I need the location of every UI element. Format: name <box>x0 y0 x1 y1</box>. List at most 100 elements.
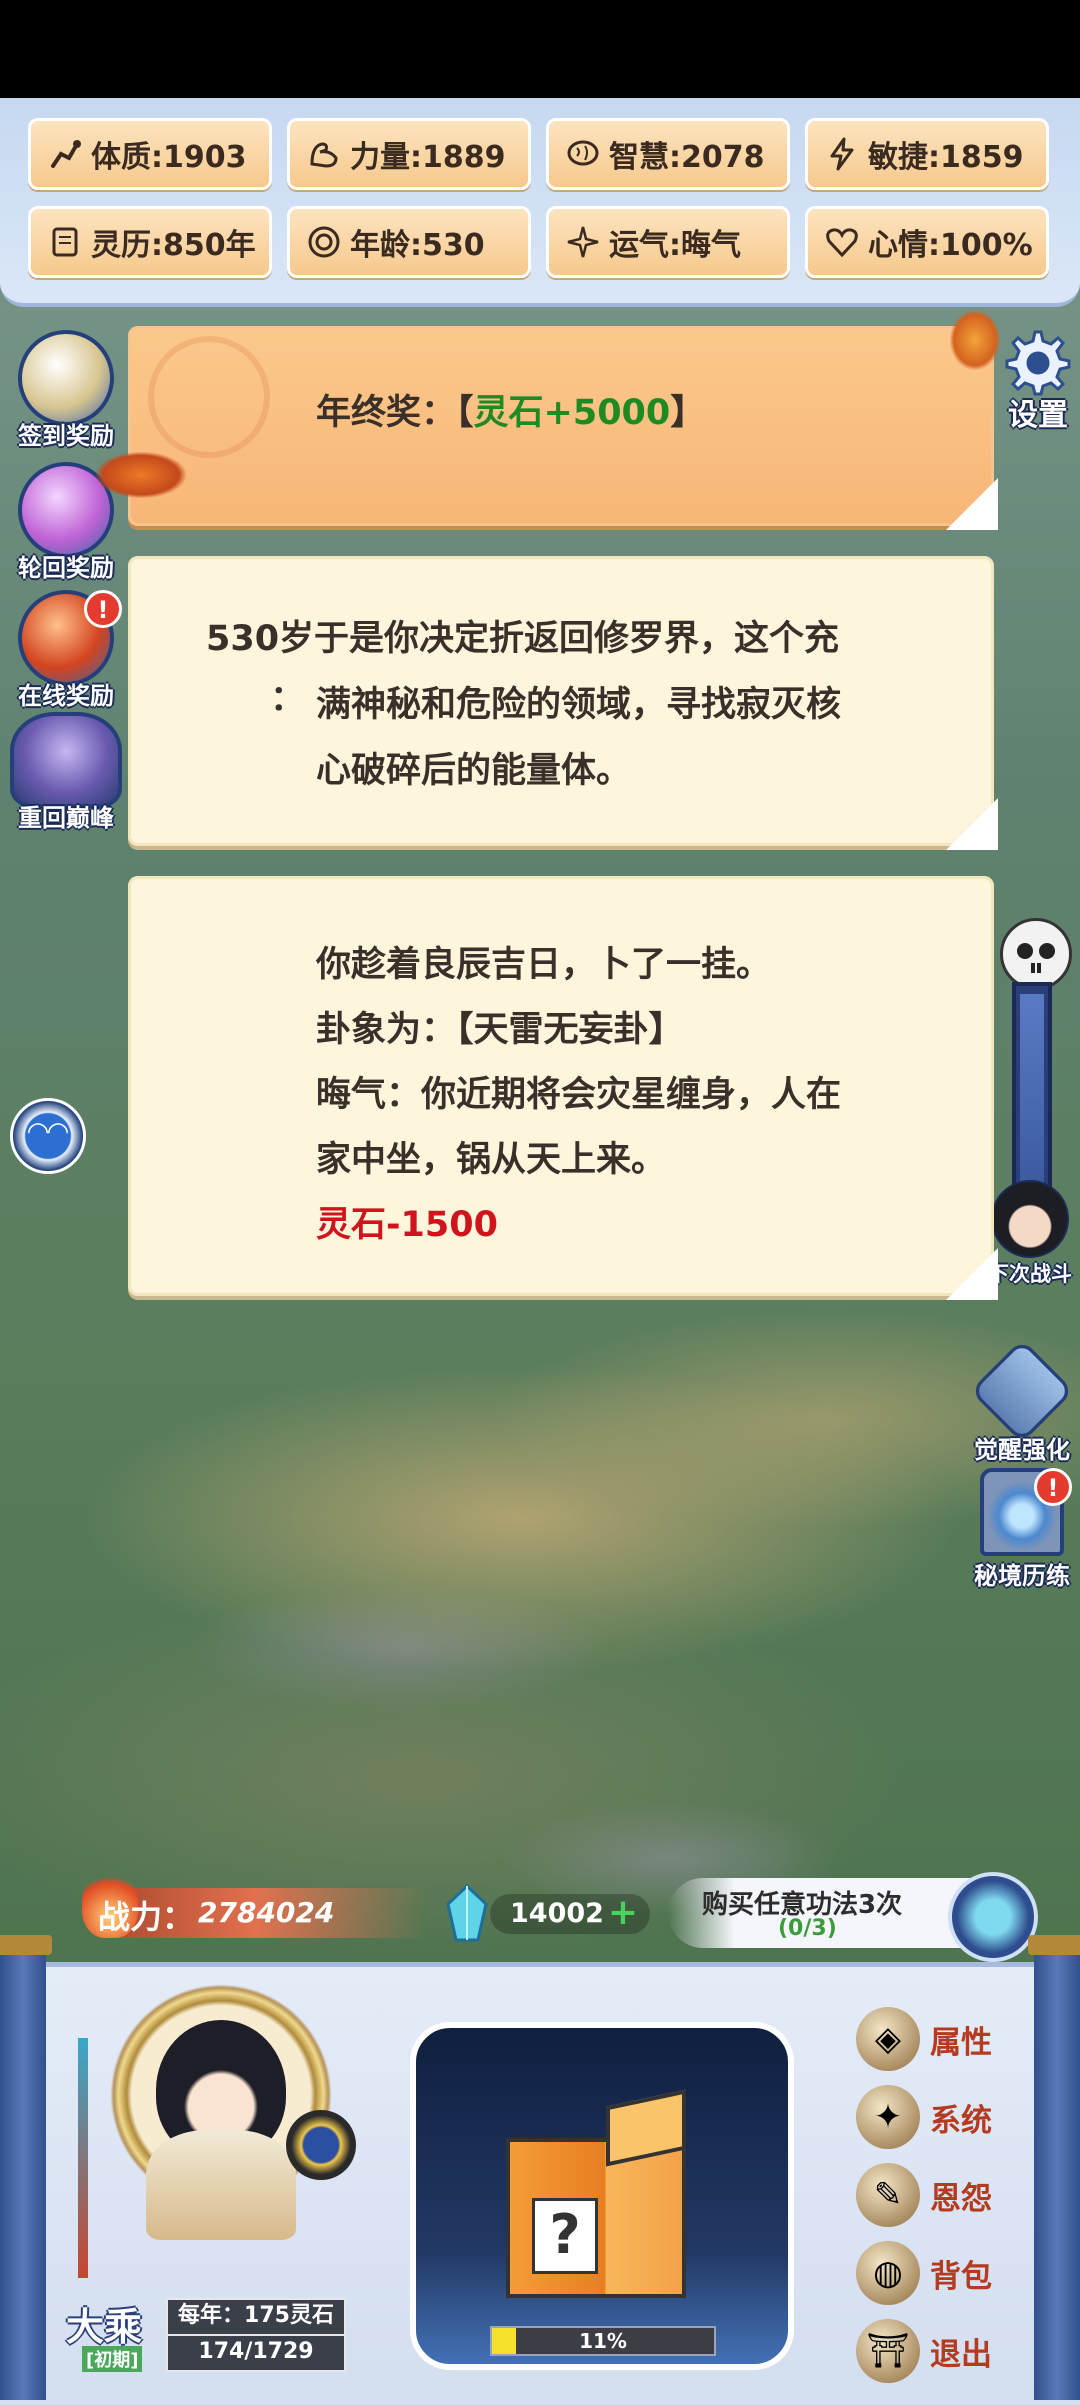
secret-realm-button[interactable]: ! 秘境历练 <box>968 1468 1076 1591</box>
combat-power-bar: 战力： 2784024 <box>82 1868 426 1938</box>
character-body <box>146 2130 296 2240</box>
awaken-enhance-button[interactable]: 觉醒强化 <box>968 1338 1076 1465</box>
menu-attributes-label: 属性 <box>930 2024 992 2061</box>
box-progress-track: 11% <box>490 2326 716 2356</box>
attribute-icon: ◈ <box>856 2007 920 2071</box>
stat-luck-label: 运气:晦气 <box>609 228 741 263</box>
secret-realm-alert-badge: ! <box>1034 1468 1072 1506</box>
purchase-task-progress: (0/3) <box>778 1916 837 1941</box>
stat-calendar: 灵历:850年 <box>28 206 272 278</box>
bag-icon: ◍ <box>856 2241 920 2305</box>
divination-line-4: 家中坐，锅从天上来。 <box>316 1140 667 1180</box>
year-end-reward-card: 年终奖：【灵石+5000】 <box>128 326 998 530</box>
seal-watermark-icon <box>148 336 270 458</box>
combat-power-value: 2784024 <box>198 1896 335 1929</box>
stat-luck: 运气:晦气 <box>546 206 790 278</box>
stat-wisdom-label: 智慧:2078 <box>609 140 765 175</box>
palace-icon <box>10 712 122 808</box>
divination-line-1: 你趁着良辰吉日，卜了一挂。 <box>316 945 772 985</box>
event-line-2: 满神秘和危险的领域，寻找寂灭核 <box>316 685 842 725</box>
strength-arm-icon <box>306 136 342 172</box>
event-line-3: 心破碎后的能量体。 <box>316 751 632 791</box>
reward-suffix: 】 <box>670 393 706 433</box>
menu-grudges-label: 恩怨 <box>930 2180 992 2217</box>
menu-attributes[interactable]: ◈ 属性 <box>856 2004 1046 2074</box>
combat-power-label: 战力： <box>98 1898 195 1936</box>
stat-age-label: 年龄:530 <box>350 228 485 263</box>
exit-gate-icon: ⛩ <box>856 2319 920 2383</box>
event-colon: ： <box>270 679 306 719</box>
mystery-box-panel[interactable]: ? 11% <box>410 2022 794 2370</box>
menu-system-label: 系统 <box>930 2102 992 2139</box>
menu-bag[interactable]: ◍ 背包 <box>856 2238 1046 2308</box>
body-icon <box>47 136 83 172</box>
menu-exit-label: 退出 <box>930 2336 992 2373</box>
menu-exit[interactable]: ⛩ 退出 <box>856 2316 1046 2386</box>
spirit-stone-counter: 14002 + <box>490 1892 650 1934</box>
page-curl <box>946 1248 998 1300</box>
battle-progress-track <box>1012 982 1052 1198</box>
secret-realm-label: 秘境历练 <box>974 1562 1070 1590</box>
divination-line-2: 卦象为：【天雷无妄卦】 <box>316 1010 684 1050</box>
stat-constitution-label: 体质:1903 <box>91 140 247 175</box>
stat-strength: 力量:1889 <box>287 118 531 190</box>
crystal-icon <box>969 1338 1075 1444</box>
maple-leaf-icon <box>950 310 1000 370</box>
spirit-stone-icon <box>444 1883 490 1942</box>
mystery-box-icon: ? <box>496 2089 696 2298</box>
opponent-avatar <box>991 1180 1069 1258</box>
stat-wisdom: 智慧:2078 <box>546 118 790 190</box>
menu-bag-label: 背包 <box>930 2258 992 2295</box>
compass-emblem-icon <box>286 2110 356 2180</box>
spirit-stone-penalty: 灵石-1500 <box>316 1205 498 1245</box>
reward-prefix: 年终奖：【 <box>316 393 474 433</box>
system-icon: ✦ <box>856 2085 920 2149</box>
online-reward-label: 在线奖励 <box>18 682 114 710</box>
left-pillar <box>0 1935 52 2400</box>
stat-calendar-label: 灵历:850年 <box>91 228 256 263</box>
scroll-icon <box>47 224 83 260</box>
stat-constitution: 体质:1903 <box>28 118 272 190</box>
skull-icon <box>1000 918 1072 990</box>
maple-leaf-icon <box>96 452 186 498</box>
grudge-scroll-icon: ✎ <box>856 2163 920 2227</box>
divination-card: 你趁着良辰吉日，卜了一挂。 卦象为：【天雷无妄卦】 晦气：你近期将会灾星缠身，人… <box>128 876 998 1300</box>
crystal-reward-icon[interactable] <box>948 1872 1038 1962</box>
character-portrait[interactable] <box>86 1950 356 2240</box>
menu-grudges[interactable]: ✎ 恩怨 <box>856 2160 1046 2230</box>
spear-icon <box>78 2038 88 2278</box>
assistant-face-icon: ◠◠ <box>28 1117 68 1147</box>
stat-age: 年龄:530 <box>287 206 531 278</box>
heart-icon <box>824 224 860 260</box>
settings-button[interactable]: 设置 <box>996 330 1080 434</box>
stat-mood-label: 心情:100% <box>868 228 1033 263</box>
cultivation-stage: [初期] <box>82 2346 143 2372</box>
rebirth-reward-label: 轮回奖励 <box>18 554 114 582</box>
cultivation-exp: 174/1729 <box>166 2334 346 2372</box>
checkin-reward-icon <box>18 330 114 426</box>
divination-line-3: 晦气：你近期将会灾星缠身，人在 <box>316 1075 842 1115</box>
menu-system[interactable]: ✦ 系统 <box>856 2082 1046 2152</box>
stat-agility: 敏捷:1859 <box>805 118 1049 190</box>
stat-agility-label: 敏捷:1859 <box>868 140 1024 175</box>
page-curl <box>946 798 998 850</box>
checkin-reward-button[interactable]: 签到奖励 <box>8 330 124 451</box>
age-ring-icon <box>306 224 342 260</box>
return-peak-button[interactable]: 重回巅峰 <box>4 712 128 833</box>
reward-value: 灵石+5000 <box>473 393 671 433</box>
cultivation-rank: 大乘 <box>66 2305 143 2349</box>
event-line-1: 530岁于是你决定折返回修罗界，这个充 <box>206 619 840 659</box>
event-card: 530岁于是你决定折返回修罗界，这个充 ： 满神秘和危险的领域，寻找寂灭核 心破… <box>128 556 998 850</box>
stat-panel: 体质:1903 力量:1889 智慧:2078 敏捷:1859 灵历:850年 … <box>0 98 1080 307</box>
brain-icon <box>565 136 601 172</box>
online-reward-button[interactable]: ! 在线奖励 <box>8 590 124 711</box>
battle-progress-fill <box>1020 994 1044 1188</box>
box-progress-label: 11% <box>579 2329 627 2353</box>
yearly-income: 每年：175灵石 <box>166 2298 346 2336</box>
stat-strength-label: 力量:1889 <box>350 140 506 175</box>
settings-label: 设置 <box>1008 398 1068 433</box>
checkin-reward-label: 签到奖励 <box>18 422 114 450</box>
floating-assistant-button[interactable]: ◠◠ <box>10 1098 86 1174</box>
online-reward-alert-badge: ! <box>84 590 122 628</box>
add-spirit-stone-button[interactable]: + <box>608 1892 638 1933</box>
